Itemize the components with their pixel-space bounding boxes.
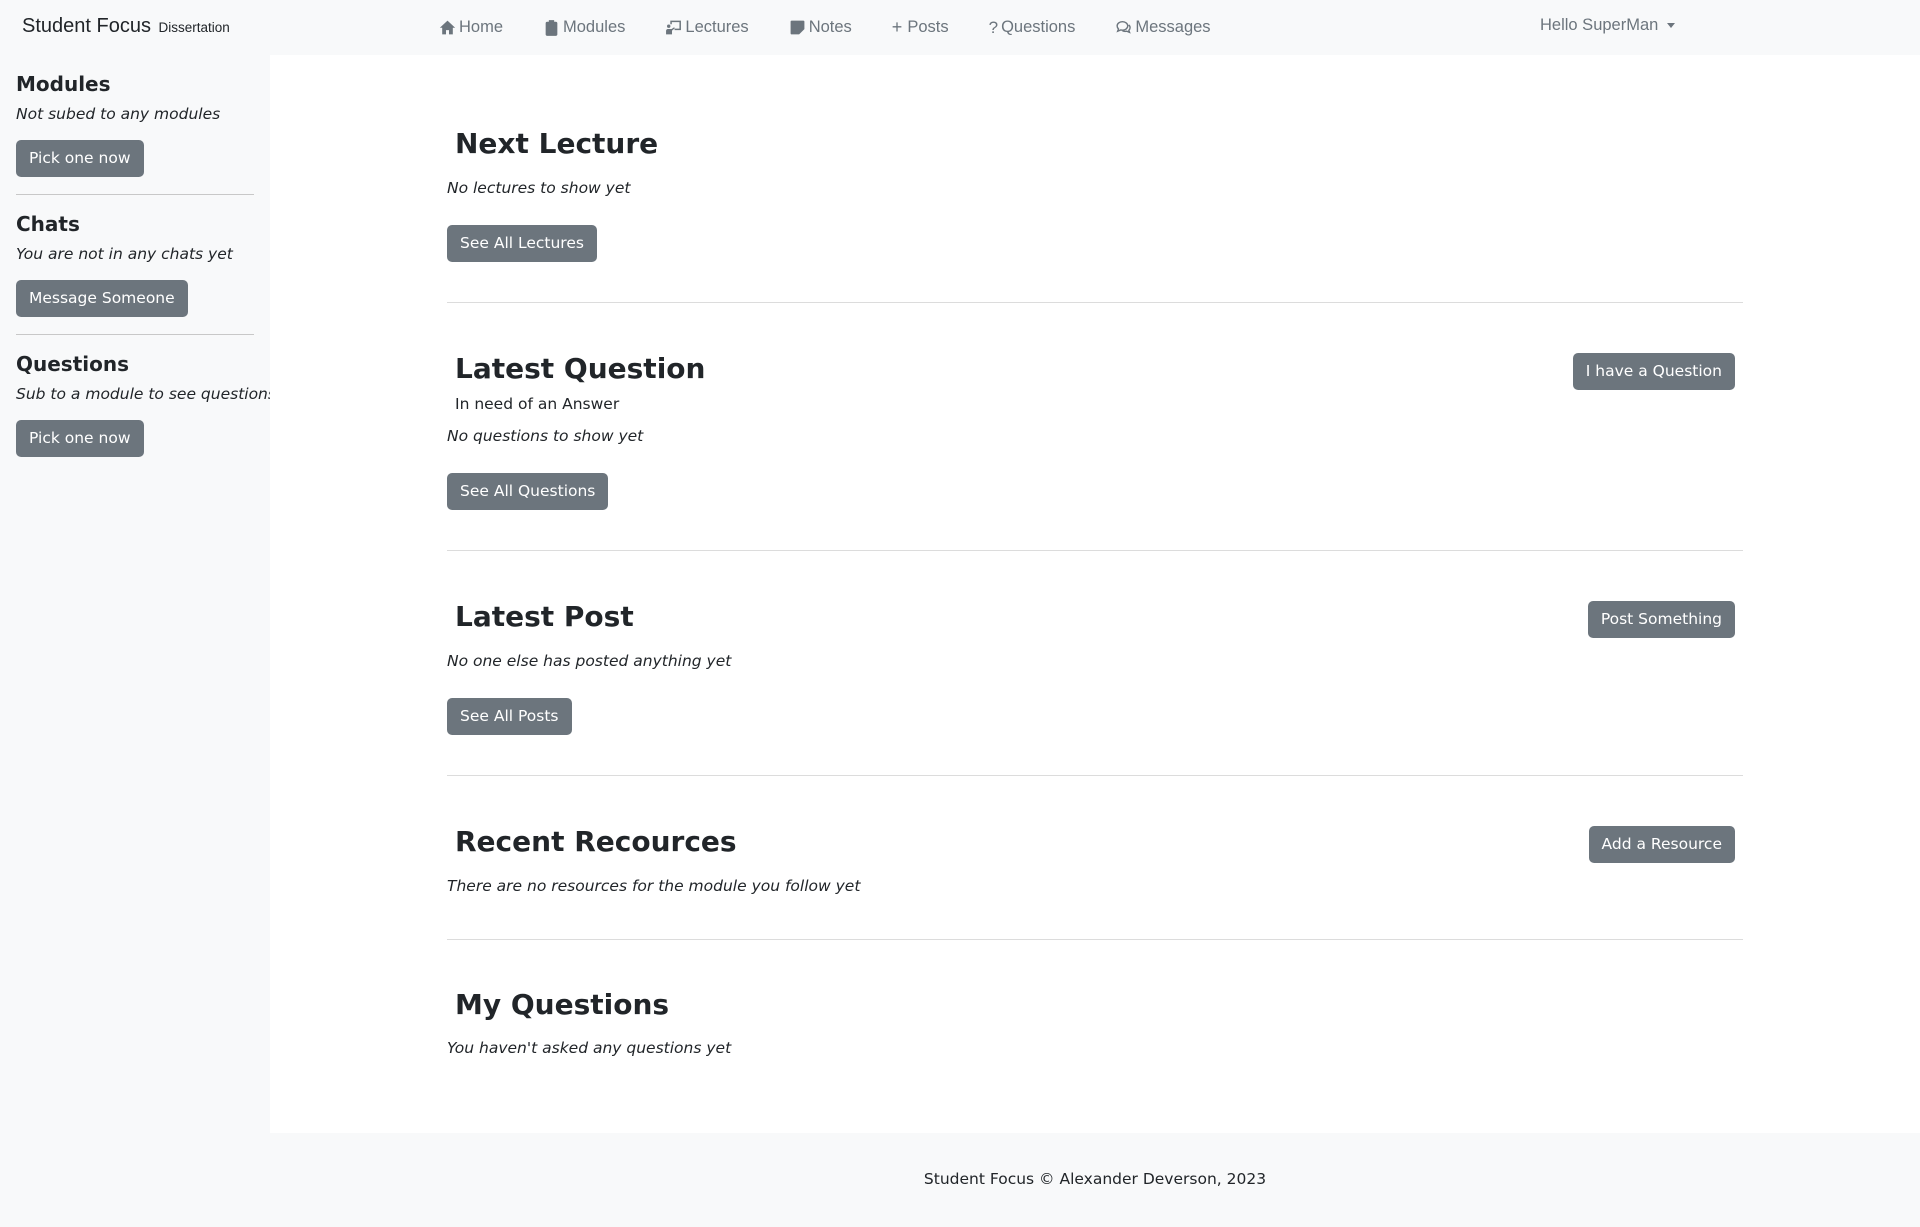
my-questions-text: You haven't asked any questions yet: [447, 1039, 732, 1057]
house-icon: [439, 20, 456, 35]
see-all-posts-button[interactable]: See All Posts: [447, 698, 572, 735]
section-divider: [447, 302, 1743, 303]
caret-down-icon: [1667, 23, 1676, 28]
nav-notes[interactable]: Notes: [789, 18, 852, 37]
latest-question-title: Latest Question: [455, 352, 706, 385]
sidebar-questions-title: Questions: [16, 352, 130, 377]
sidebar-chats-text: You are not in any chats yet: [16, 245, 233, 264]
next-lecture-title: Next Lecture: [455, 127, 659, 160]
nav-modules[interactable]: Modules: [543, 18, 625, 37]
person-board-icon: [666, 20, 682, 35]
latest-question-subtitle: In need of an Answer: [455, 395, 620, 413]
sidebar-modules-text: Not subed to any modules: [16, 105, 221, 123]
chat-bubbles-icon: [1116, 20, 1132, 34]
nav-modules-label: Modules: [563, 18, 626, 36]
user-menu-dropdown[interactable]: Hello SuperMan: [1540, 16, 1676, 35]
footer-text: Student Focus © Alexander Deverson, 2023: [923, 1170, 1267, 1188]
add-resource-button[interactable]: Add a Resource: [1588, 826, 1735, 863]
question-icon: ?: [988, 17, 999, 37]
nav-lectures-label: Lectures: [685, 18, 749, 36]
brand-title: Student Focus: [22, 15, 151, 37]
brand-subtitle: Dissertation: [158, 20, 230, 35]
sidebar-questions-section: Questions Sub to a module to see questio…: [16, 335, 276, 458]
sidebar-modules-section: Modules Not subed to any modules Pick on…: [16, 55, 254, 196]
sticky-note-icon: [790, 20, 805, 35]
nav-home-label: Home: [459, 18, 504, 36]
sidebar-chats-title: Chats: [16, 212, 80, 237]
see-all-questions-button[interactable]: See All Questions: [447, 473, 609, 510]
brand[interactable]: Student Focus Dissertation: [22, 15, 230, 38]
nav-links: Home Modules Lectures Notes + Posts ? Qu…: [439, 0, 1251, 55]
top-navbar: Student Focus Dissertation Home Modules …: [0, 0, 1920, 55]
post-something-button[interactable]: Post Something: [1587, 601, 1735, 638]
latest-question-text: No questions to show yet: [447, 427, 644, 445]
next-lecture-text: No lectures to show yet: [447, 179, 631, 197]
sidebar-chats-section: Chats You are not in any chats yet Messa…: [16, 195, 254, 336]
sidebar-questions-text: Sub to a module to see questions: [16, 385, 276, 404]
nav-questions-label: Questions: [1001, 18, 1076, 36]
nav-posts[interactable]: + Posts: [892, 17, 949, 38]
section-divider: [447, 775, 1743, 776]
sidebar-modules-title: Modules: [16, 72, 111, 96]
recent-resources-title: Recent Recources: [455, 825, 737, 858]
nav-home[interactable]: Home: [439, 18, 503, 37]
section-divider: [447, 939, 1743, 940]
plus-icon: +: [891, 17, 903, 37]
section-divider: [447, 550, 1743, 551]
ask-question-button[interactable]: I have a Question: [1572, 353, 1735, 390]
pick-module-questions-button[interactable]: Pick one now: [16, 420, 144, 458]
recent-resources-text: There are no resources for the module yo…: [447, 877, 861, 895]
pick-module-button[interactable]: Pick one now: [16, 140, 144, 178]
my-questions-title: My Questions: [455, 988, 670, 1021]
footer: Student Focus © Alexander Deverson, 2023: [270, 1133, 1920, 1227]
latest-post-text: No one else has posted anything yet: [447, 652, 732, 670]
main-content: Next Lecture No lectures to show yet See…: [270, 55, 1920, 1133]
sidebar: Modules Not subed to any modules Pick on…: [0, 55, 276, 1133]
latest-post-title: Latest Post: [455, 600, 634, 633]
nav-notes-label: Notes: [808, 18, 852, 36]
clipboard-icon: [545, 20, 558, 36]
user-greeting: Hello SuperMan: [1540, 16, 1659, 34]
see-all-lectures-button[interactable]: See All Lectures: [447, 225, 597, 262]
nav-posts-label: Posts: [907, 18, 949, 36]
nav-messages[interactable]: Messages: [1115, 18, 1211, 37]
nav-lectures[interactable]: Lectures: [665, 18, 749, 37]
nav-messages-label: Messages: [1135, 18, 1211, 36]
nav-questions[interactable]: ? Questions: [989, 18, 1076, 38]
message-someone-button[interactable]: Message Someone: [16, 280, 188, 318]
